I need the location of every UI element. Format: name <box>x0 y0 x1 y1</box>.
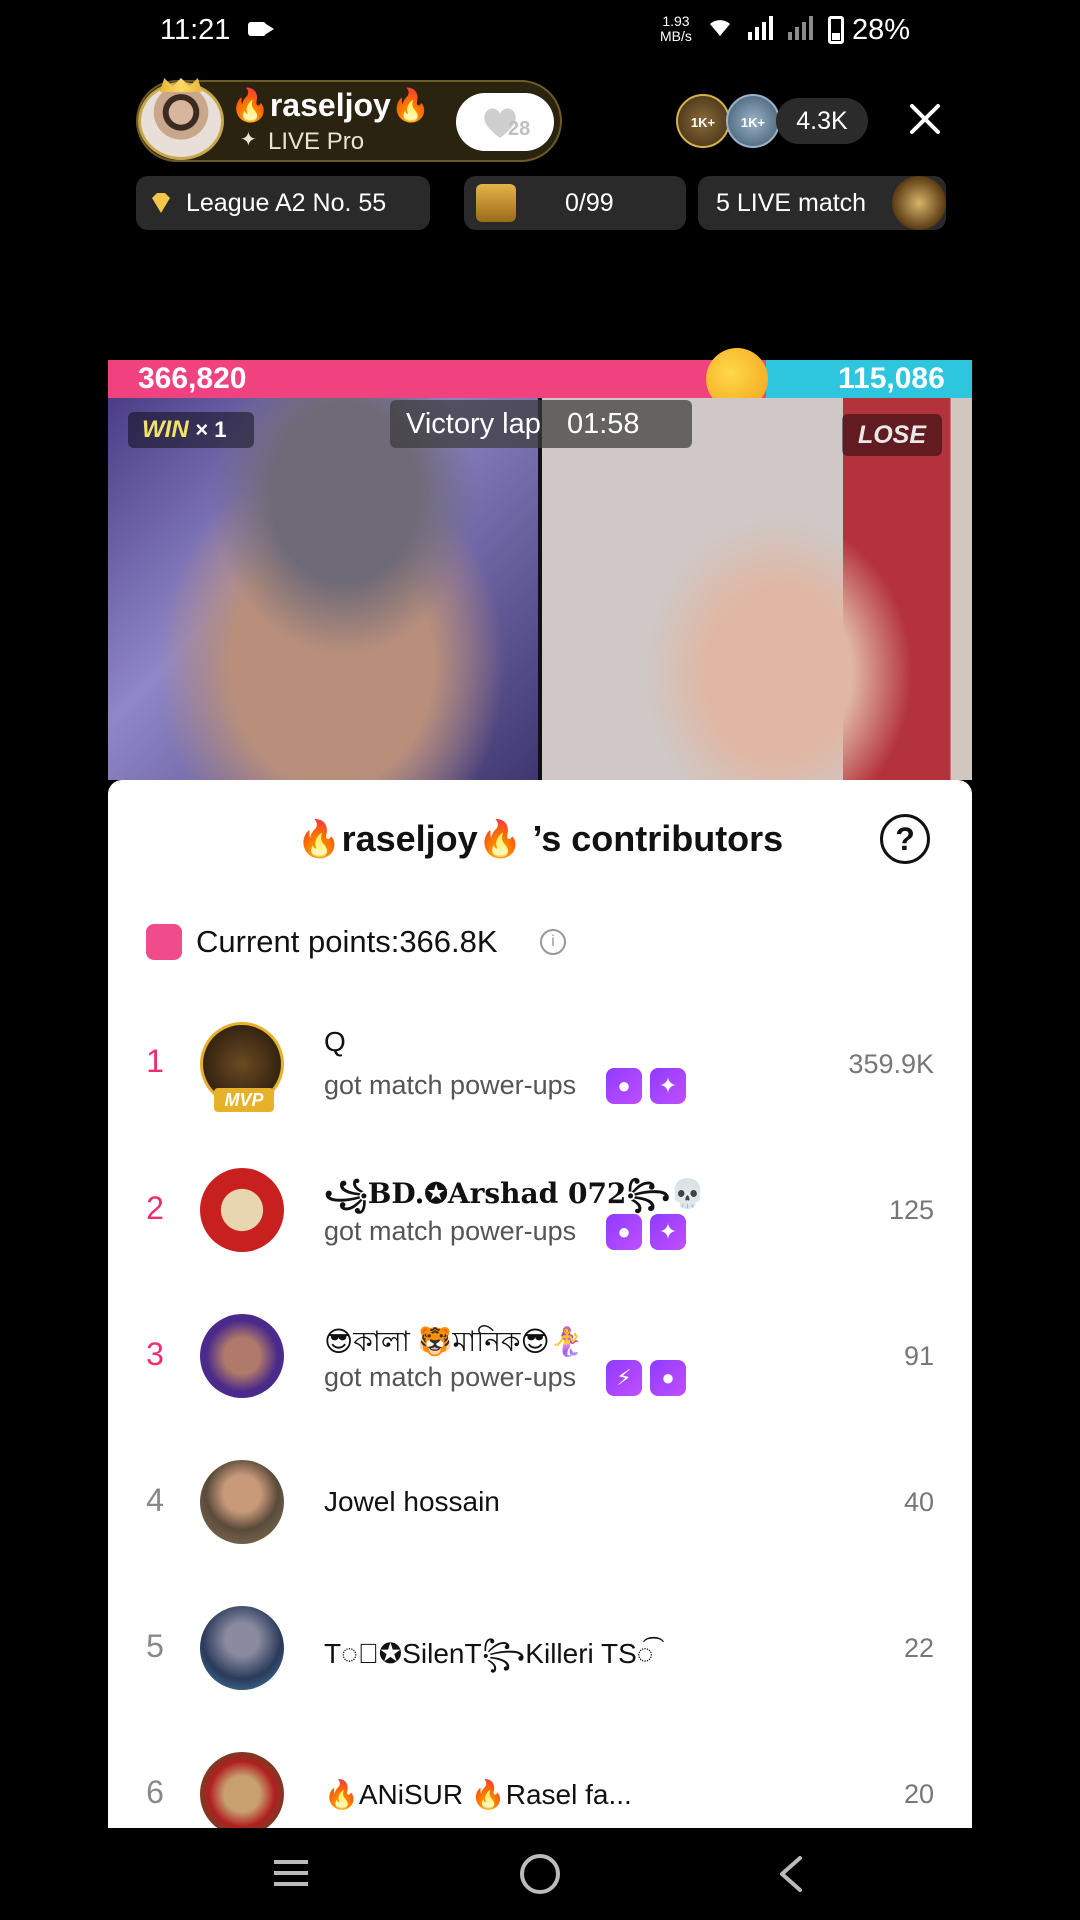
contributor-avatar[interactable] <box>200 1460 284 1544</box>
contributor-name: Q <box>324 1026 346 1057</box>
league-chip[interactable]: League A2 No. 55 <box>136 176 430 230</box>
current-points: Current points:366.8K <box>196 924 498 959</box>
contributor-avatar[interactable] <box>200 1606 284 1690</box>
power-up-icon: ✦ <box>650 1214 686 1250</box>
contributor-score: 20 <box>903 1779 934 1809</box>
status-time: 11:21 <box>160 14 231 46</box>
power-up-icon: ● <box>650 1360 686 1396</box>
contributor-score: 40 <box>903 1487 934 1517</box>
contributor-status: got match power-ups <box>324 1216 577 1246</box>
contributor-score: 125 <box>888 1195 934 1225</box>
contributor-score: 22 <box>903 1633 934 1663</box>
contributor-status: got match power-ups <box>324 1070 577 1100</box>
right-score: 115,086 <box>838 362 945 395</box>
rank-number: 3 <box>146 1336 164 1372</box>
back-icon[interactable] <box>772 1854 812 1894</box>
contributor-score: 359.9K <box>848 1049 934 1079</box>
rank-number: 5 <box>146 1628 164 1664</box>
top-viewer-avatar[interactable]: 1K+ <box>726 94 780 148</box>
rank-number: 1 <box>146 1043 164 1079</box>
contributor-name: Jowel hossain <box>324 1486 500 1517</box>
wifi-icon <box>710 20 730 36</box>
win-label: WIN <box>142 416 189 443</box>
victory-label: Victory lap <box>406 408 541 440</box>
viewer-count[interactable]: 4.3K <box>776 98 868 144</box>
win-multiplier: × 1 <box>195 417 227 442</box>
host-avatar[interactable] <box>138 82 224 160</box>
contributor-score: 91 <box>903 1341 934 1371</box>
contributor-name: T◌⃝✪SilenT꧂Killeri TS◌͡ <box>324 1638 654 1669</box>
home-icon[interactable] <box>520 1854 560 1894</box>
host-subtitle: LIVE Pro <box>268 128 365 155</box>
victory-timer: 01:58 <box>566 408 640 440</box>
video-divider <box>538 398 542 780</box>
battery-percent: 28% <box>852 14 911 46</box>
contributor-avatar[interactable] <box>200 1168 284 1252</box>
recent-apps-icon[interactable] <box>272 1858 310 1888</box>
close-icon[interactable] <box>902 96 948 142</box>
net-speed-value: 1.93 <box>662 13 690 29</box>
sparkle-icon: ✦ <box>240 129 257 151</box>
lion-icon <box>892 176 946 230</box>
screen-record-icon <box>248 22 274 36</box>
net-speed: 1.93 MB/s <box>660 14 692 44</box>
signal-2-icon <box>788 16 813 40</box>
contributor-name: 😎কালা 🐯মানিক😎🧜‍♀️ <box>324 1326 585 1357</box>
points-icon <box>146 924 182 960</box>
follow-count: 28 <box>508 118 531 140</box>
rank-number: 4 <box>146 1482 164 1518</box>
power-up-icon: ✦ <box>650 1068 686 1104</box>
rank-number: 6 <box>146 1774 164 1810</box>
power-up-icon: ● <box>606 1214 642 1250</box>
host-video[interactable] <box>108 398 538 780</box>
contributor-status: got match power-ups <box>324 1362 577 1392</box>
battery-icon <box>828 16 844 44</box>
contributor-name: 🔥ANiSUR 🔥Rasel fa... <box>324 1779 632 1810</box>
victory-lap-banner: Victory lap 01:58 <box>390 400 692 448</box>
contributor-avatar[interactable] <box>200 1752 284 1836</box>
live-match-label: 5 LIVE match <box>716 189 867 217</box>
lose-badge: LOSE <box>842 414 942 456</box>
diamond-icon <box>152 193 170 213</box>
net-speed-unit: MB/s <box>660 28 692 44</box>
mvp-badge: MVP <box>214 1088 274 1112</box>
win-badge: WIN × 1 <box>128 412 254 448</box>
top-viewer-avatar[interactable]: 1K+ <box>676 94 730 148</box>
signal-icon <box>748 16 773 40</box>
left-score: 366,820 <box>138 362 247 395</box>
contributor-avatar[interactable] <box>200 1314 284 1398</box>
help-icon[interactable]: ? <box>880 814 930 864</box>
treasure-icon <box>476 184 516 222</box>
host-name: 🔥raseljoy🔥 <box>230 87 431 123</box>
rank-number: 2 <box>146 1190 164 1226</box>
power-up-icon: ⚡ <box>606 1360 642 1396</box>
power-up-icon: ● <box>606 1068 642 1104</box>
info-icon[interactable]: i <box>540 929 566 955</box>
